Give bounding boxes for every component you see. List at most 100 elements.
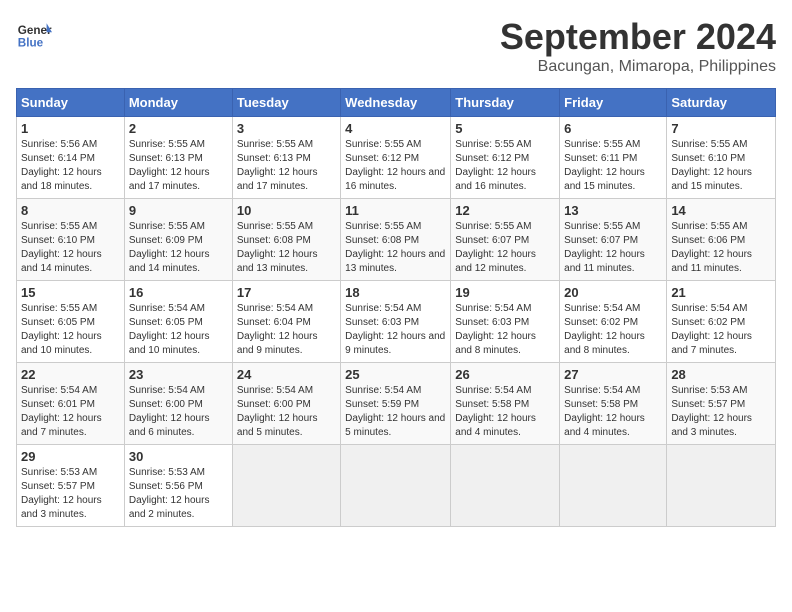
day-info: Sunrise: 5:54 AMSunset: 6:02 PMDaylight:…	[671, 303, 752, 356]
day-number: 6	[564, 121, 662, 136]
day-number: 15	[21, 285, 120, 300]
day-number: 1	[21, 121, 120, 136]
week-row-3: 15 Sunrise: 5:55 AMSunset: 6:05 PMDaylig…	[17, 281, 776, 363]
day-info: Sunrise: 5:54 AMSunset: 6:00 PMDaylight:…	[237, 385, 318, 438]
day-info: Sunrise: 5:54 AMSunset: 6:05 PMDaylight:…	[129, 303, 210, 356]
day-cell: 20 Sunrise: 5:54 AMSunset: 6:02 PMDaylig…	[560, 281, 667, 363]
day-number: 12	[455, 203, 555, 218]
day-cell: 6 Sunrise: 5:55 AMSunset: 6:11 PMDayligh…	[560, 117, 667, 199]
day-info: Sunrise: 5:54 AMSunset: 6:00 PMDaylight:…	[129, 385, 210, 438]
day-cell: 26 Sunrise: 5:54 AMSunset: 5:58 PMDaylig…	[451, 363, 560, 445]
day-cell: 9 Sunrise: 5:55 AMSunset: 6:09 PMDayligh…	[124, 199, 232, 281]
day-cell: 13 Sunrise: 5:55 AMSunset: 6:07 PMDaylig…	[560, 199, 667, 281]
day-cell: 3 Sunrise: 5:55 AMSunset: 6:13 PMDayligh…	[232, 117, 340, 199]
day-cell: 18 Sunrise: 5:54 AMSunset: 6:03 PMDaylig…	[341, 281, 451, 363]
day-info: Sunrise: 5:53 AMSunset: 5:56 PMDaylight:…	[129, 467, 210, 520]
day-cell: 4 Sunrise: 5:55 AMSunset: 6:12 PMDayligh…	[341, 117, 451, 199]
day-number: 20	[564, 285, 662, 300]
day-cell	[232, 445, 340, 527]
svg-text:Blue: Blue	[18, 37, 44, 50]
title-block: September 2024 Bacungan, Mimaropa, Phili…	[500, 16, 776, 76]
day-info: Sunrise: 5:55 AMSunset: 6:13 PMDaylight:…	[129, 139, 210, 192]
day-cell	[667, 445, 776, 527]
day-cell: 27 Sunrise: 5:54 AMSunset: 5:58 PMDaylig…	[560, 363, 667, 445]
col-header-thursday: Thursday	[451, 89, 560, 117]
day-info: Sunrise: 5:55 AMSunset: 6:09 PMDaylight:…	[129, 221, 210, 274]
day-cell: 15 Sunrise: 5:55 AMSunset: 6:05 PMDaylig…	[17, 281, 125, 363]
calendar-table: SundayMondayTuesdayWednesdayThursdayFrid…	[16, 88, 776, 527]
day-info: Sunrise: 5:55 AMSunset: 6:07 PMDaylight:…	[564, 221, 645, 274]
col-header-wednesday: Wednesday	[341, 89, 451, 117]
day-info: Sunrise: 5:55 AMSunset: 6:08 PMDaylight:…	[237, 221, 318, 274]
day-info: Sunrise: 5:54 AMSunset: 6:03 PMDaylight:…	[345, 303, 445, 356]
day-cell: 17 Sunrise: 5:54 AMSunset: 6:04 PMDaylig…	[232, 281, 340, 363]
day-info: Sunrise: 5:55 AMSunset: 6:11 PMDaylight:…	[564, 139, 645, 192]
day-info: Sunrise: 5:55 AMSunset: 6:12 PMDaylight:…	[455, 139, 536, 192]
day-number: 17	[237, 285, 336, 300]
week-row-2: 8 Sunrise: 5:55 AMSunset: 6:10 PMDayligh…	[17, 199, 776, 281]
day-number: 10	[237, 203, 336, 218]
day-number: 27	[564, 367, 662, 382]
day-info: Sunrise: 5:55 AMSunset: 6:12 PMDaylight:…	[345, 139, 445, 192]
day-info: Sunrise: 5:54 AMSunset: 6:01 PMDaylight:…	[21, 385, 102, 438]
day-number: 5	[455, 121, 555, 136]
day-number: 18	[345, 285, 446, 300]
day-number: 3	[237, 121, 336, 136]
logo: General Blue	[16, 16, 52, 52]
day-number: 4	[345, 121, 446, 136]
day-number: 30	[129, 449, 228, 464]
day-number: 28	[671, 367, 771, 382]
day-cell	[451, 445, 560, 527]
col-header-sunday: Sunday	[17, 89, 125, 117]
day-number: 22	[21, 367, 120, 382]
day-info: Sunrise: 5:55 AMSunset: 6:05 PMDaylight:…	[21, 303, 102, 356]
day-cell: 28 Sunrise: 5:53 AMSunset: 5:57 PMDaylig…	[667, 363, 776, 445]
day-cell: 29 Sunrise: 5:53 AMSunset: 5:57 PMDaylig…	[17, 445, 125, 527]
day-cell: 10 Sunrise: 5:55 AMSunset: 6:08 PMDaylig…	[232, 199, 340, 281]
location: Bacungan, Mimaropa, Philippines	[500, 58, 776, 76]
day-number: 14	[671, 203, 771, 218]
logo-icon: General Blue	[16, 16, 52, 52]
day-info: Sunrise: 5:55 AMSunset: 6:10 PMDaylight:…	[21, 221, 102, 274]
day-number: 26	[455, 367, 555, 382]
day-cell: 14 Sunrise: 5:55 AMSunset: 6:06 PMDaylig…	[667, 199, 776, 281]
day-info: Sunrise: 5:56 AMSunset: 6:14 PMDaylight:…	[21, 139, 102, 192]
day-cell: 22 Sunrise: 5:54 AMSunset: 6:01 PMDaylig…	[17, 363, 125, 445]
day-number: 19	[455, 285, 555, 300]
day-info: Sunrise: 5:54 AMSunset: 6:04 PMDaylight:…	[237, 303, 318, 356]
day-number: 24	[237, 367, 336, 382]
day-number: 16	[129, 285, 228, 300]
day-number: 13	[564, 203, 662, 218]
day-info: Sunrise: 5:54 AMSunset: 6:02 PMDaylight:…	[564, 303, 645, 356]
day-cell: 1 Sunrise: 5:56 AMSunset: 6:14 PMDayligh…	[17, 117, 125, 199]
day-cell: 5 Sunrise: 5:55 AMSunset: 6:12 PMDayligh…	[451, 117, 560, 199]
day-info: Sunrise: 5:54 AMSunset: 6:03 PMDaylight:…	[455, 303, 536, 356]
day-cell: 2 Sunrise: 5:55 AMSunset: 6:13 PMDayligh…	[124, 117, 232, 199]
day-number: 2	[129, 121, 228, 136]
day-cell: 7 Sunrise: 5:55 AMSunset: 6:10 PMDayligh…	[667, 117, 776, 199]
week-row-5: 29 Sunrise: 5:53 AMSunset: 5:57 PMDaylig…	[17, 445, 776, 527]
day-info: Sunrise: 5:54 AMSunset: 5:58 PMDaylight:…	[564, 385, 645, 438]
day-info: Sunrise: 5:55 AMSunset: 6:07 PMDaylight:…	[455, 221, 536, 274]
day-number: 21	[671, 285, 771, 300]
day-number: 29	[21, 449, 120, 464]
day-info: Sunrise: 5:54 AMSunset: 5:59 PMDaylight:…	[345, 385, 445, 438]
col-header-saturday: Saturday	[667, 89, 776, 117]
day-cell: 8 Sunrise: 5:55 AMSunset: 6:10 PMDayligh…	[17, 199, 125, 281]
day-info: Sunrise: 5:54 AMSunset: 5:58 PMDaylight:…	[455, 385, 536, 438]
week-row-4: 22 Sunrise: 5:54 AMSunset: 6:01 PMDaylig…	[17, 363, 776, 445]
day-number: 7	[671, 121, 771, 136]
day-info: Sunrise: 5:55 AMSunset: 6:08 PMDaylight:…	[345, 221, 445, 274]
day-info: Sunrise: 5:55 AMSunset: 6:10 PMDaylight:…	[671, 139, 752, 192]
day-number: 23	[129, 367, 228, 382]
col-header-friday: Friday	[560, 89, 667, 117]
day-number: 11	[345, 203, 446, 218]
day-cell	[560, 445, 667, 527]
day-number: 25	[345, 367, 446, 382]
day-cell: 25 Sunrise: 5:54 AMSunset: 5:59 PMDaylig…	[341, 363, 451, 445]
day-cell: 11 Sunrise: 5:55 AMSunset: 6:08 PMDaylig…	[341, 199, 451, 281]
day-cell: 21 Sunrise: 5:54 AMSunset: 6:02 PMDaylig…	[667, 281, 776, 363]
day-cell: 24 Sunrise: 5:54 AMSunset: 6:00 PMDaylig…	[232, 363, 340, 445]
month-title: September 2024	[500, 16, 776, 58]
day-cell: 23 Sunrise: 5:54 AMSunset: 6:00 PMDaylig…	[124, 363, 232, 445]
